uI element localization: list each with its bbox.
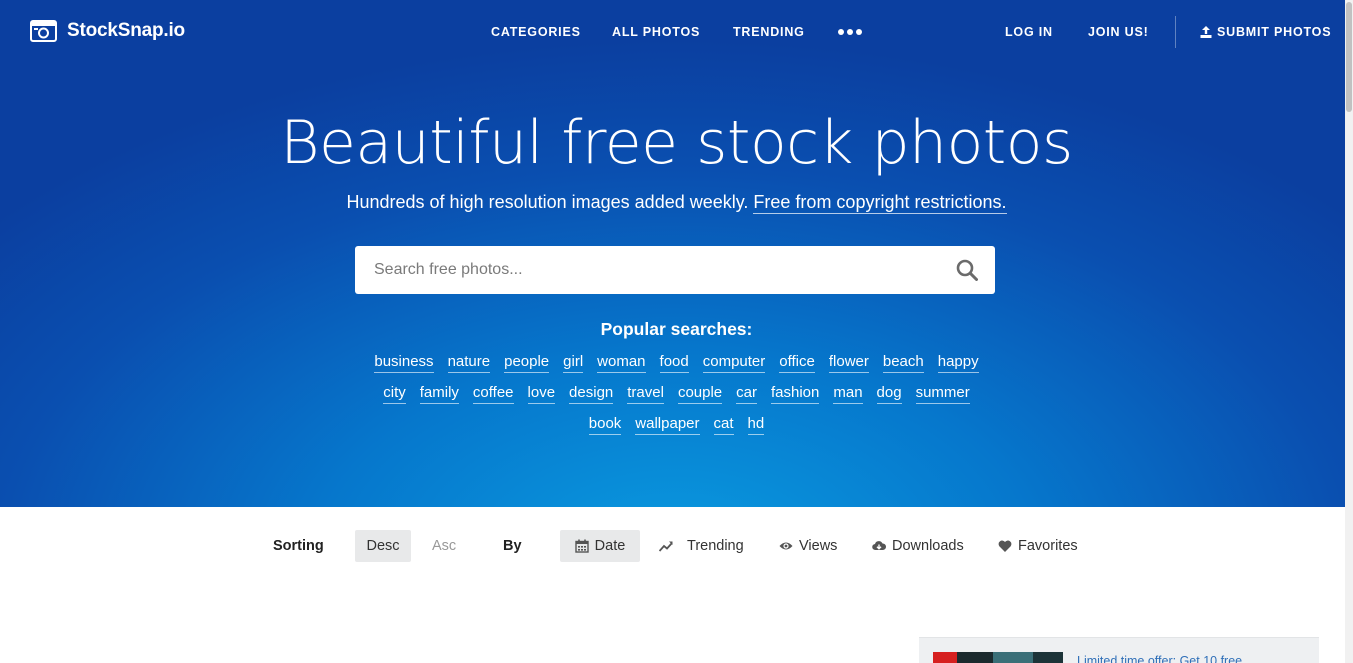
popular-tag-link[interactable]: nature	[447, 353, 491, 373]
sorting-label: Sorting	[273, 538, 324, 554]
popular-tag-link[interactable]: couple	[677, 384, 723, 404]
popular-tag-link[interactable]: travel	[627, 384, 664, 404]
nav-log-in[interactable]: LOG IN	[1005, 25, 1053, 39]
popular-tag-link[interactable]: city	[383, 384, 406, 404]
sort-by-views-button[interactable]: Views	[779, 530, 837, 562]
popular-tag-link[interactable]: beach	[882, 353, 924, 373]
hero-title: Beautiful free stock photos	[280, 108, 1073, 178]
popular-tag-link[interactable]: car	[736, 384, 757, 404]
trending-icon	[659, 541, 673, 552]
nav-all-photos[interactable]: ALL PHOTOS	[612, 25, 700, 39]
popular-tag-link[interactable]: wallpaper	[635, 415, 700, 435]
popular-tag-link[interactable]: business	[374, 353, 434, 373]
promo-link[interactable]: Limited time offer: Get 10 free	[1077, 654, 1242, 663]
sort-asc-button[interactable]: Asc	[432, 530, 456, 562]
camera-logo-icon	[30, 20, 57, 42]
popular-tag-link[interactable]: design	[569, 384, 614, 404]
logo-text: StockSnap.io	[67, 20, 185, 41]
popular-tags-row-2: city family coffee love design travel couple ca…	[0, 384, 1353, 404]
popular-tag-link[interactable]: food	[659, 353, 689, 373]
scrollbar-thumb[interactable]	[1346, 2, 1352, 112]
popular-tags-row-1: business nature people girl woman food compute…	[0, 353, 1353, 373]
search-input[interactable]	[355, 246, 939, 294]
calendar-icon	[574, 539, 589, 553]
sort-by-trending-button[interactable]: Trending	[659, 530, 744, 562]
sort-by-downloads-button[interactable]: Downloads	[872, 530, 964, 562]
popular-searches-title: Popular searches:	[600, 319, 753, 339]
popular-tag-link[interactable]: love	[527, 384, 556, 404]
submit-photos-label: SUBMIT PHOTOS	[1217, 25, 1332, 39]
popular-tag-link[interactable]: office	[779, 353, 815, 373]
popular-tag-link[interactable]: computer	[702, 353, 766, 373]
popular-tag-link[interactable]: dog	[876, 384, 902, 404]
popular-tag-link[interactable]: cat	[713, 415, 734, 435]
hero-section: StockSnap.io CATEGORIES ALL PHOTOS TREND…	[0, 0, 1353, 507]
sorting-bar: Sorting Desc Asc By Date Trending Views	[0, 530, 1353, 562]
copyright-link[interactable]: Free from copyright restrictions.	[753, 192, 1007, 214]
popular-tag-link[interactable]: family	[419, 384, 459, 404]
hero-subtitle-text: Hundreds of high resolution images added…	[346, 192, 754, 212]
ellipsis-icon[interactable]	[838, 24, 862, 35]
by-label: By	[503, 538, 522, 554]
promo-thumbnail	[933, 652, 1063, 663]
heart-icon	[998, 540, 1012, 552]
popular-tag-link[interactable]: flower	[828, 353, 869, 373]
popular-tag-link[interactable]: girl	[563, 353, 584, 373]
search-box	[355, 246, 995, 294]
sort-by-date-button[interactable]: Date	[560, 530, 640, 562]
popular-tag-link[interactable]: summer	[915, 384, 970, 404]
scrollbar[interactable]	[1345, 0, 1353, 663]
logo[interactable]: StockSnap.io	[30, 19, 185, 43]
search-button[interactable]	[939, 246, 995, 294]
popular-tag-link[interactable]: coffee	[472, 384, 514, 404]
popular-tag-link[interactable]: hd	[747, 415, 765, 435]
promo-box: Limited time offer: Get 10 free	[919, 637, 1319, 663]
nav-trending[interactable]: TRENDING	[733, 25, 805, 39]
popular-tag-link[interactable]: fashion	[770, 384, 820, 404]
popular-tag-link[interactable]: book	[588, 415, 622, 435]
popular-tag-link[interactable]: people	[504, 353, 550, 373]
eye-icon	[779, 542, 793, 550]
popular-tags-row-3: book wallpaper cat hd	[0, 415, 1353, 435]
nav-categories[interactable]: CATEGORIES	[491, 25, 581, 39]
popular-tag-link[interactable]: woman	[597, 353, 646, 373]
cloud-download-icon	[872, 541, 886, 551]
search-icon	[956, 259, 978, 281]
popular-tag-link[interactable]: man	[833, 384, 863, 404]
submit-photos-button[interactable]: SUBMIT PHOTOS	[1200, 25, 1331, 39]
sort-desc-button[interactable]: Desc	[355, 530, 411, 562]
nav-divider	[1175, 16, 1176, 48]
popular-tag-link[interactable]: happy	[937, 353, 979, 373]
upload-icon	[1200, 26, 1212, 38]
nav-join-us[interactable]: JOIN US!	[1088, 25, 1149, 39]
hero-subtitle: Hundreds of high resolution images added…	[0, 192, 1353, 214]
sort-by-favorites-button[interactable]: Favorites	[998, 530, 1078, 562]
